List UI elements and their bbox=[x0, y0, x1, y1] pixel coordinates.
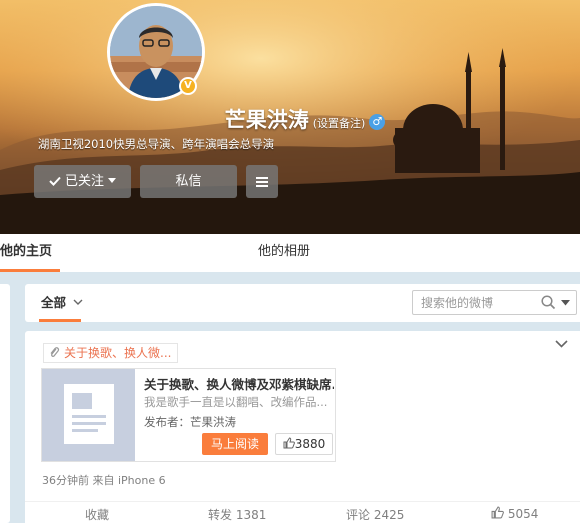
article-thumbnail bbox=[42, 369, 135, 461]
all-posts-filter[interactable]: 全部 bbox=[41, 284, 83, 322]
follow-status-label: 已关注 bbox=[64, 174, 104, 189]
profile-name-row: 芒果洪涛 (设置备注) ♂ bbox=[0, 104, 580, 134]
feed-filter-bar: 全部 bbox=[25, 284, 580, 322]
paperclip-icon bbox=[50, 347, 60, 357]
favorite-button[interactable]: 收藏 bbox=[85, 506, 109, 523]
follow-status-button[interactable]: 已关注 bbox=[34, 165, 131, 198]
weibo-search-box bbox=[412, 290, 577, 315]
article-title[interactable]: 关于换歌、换人微博及邓紫棋缺席... bbox=[144, 374, 334, 393]
article-like-count: 3880 bbox=[294, 437, 326, 451]
caret-down-icon bbox=[108, 178, 117, 183]
profile-description: 湖南卫视2010快男总导演、跨年演唱会总导演 bbox=[37, 137, 275, 151]
search-dropdown-icon[interactable] bbox=[561, 300, 570, 306]
weibo-post-card: 关于换歌、换人微... 关于换歌、换人微博及邓紫棋缺席... 我是歌手一直是以翻… bbox=[25, 331, 580, 523]
article-publisher: 发布者：芒果洪涛 bbox=[144, 415, 236, 429]
read-now-button[interactable]: 马上阅读 bbox=[202, 433, 268, 455]
article-like-button[interactable]: 3880 bbox=[275, 433, 333, 455]
profile-name: 芒果洪涛 bbox=[224, 108, 309, 132]
menu-icon bbox=[256, 175, 268, 189]
profile-cover: V 芒果洪涛 (设置备注) ♂ 湖南卫视2010快男总导演、跨年演唱会总导演 已关注… bbox=[0, 0, 580, 234]
document-icon bbox=[64, 384, 114, 444]
private-message-button[interactable]: 私信 bbox=[140, 165, 237, 198]
male-gender-icon: ♂ bbox=[369, 114, 386, 130]
like-count: 5054 bbox=[507, 507, 539, 521]
search-input[interactable] bbox=[421, 294, 531, 311]
set-remark-link[interactable]: (设置备注) bbox=[313, 117, 366, 130]
thumbs-up-icon bbox=[283, 437, 295, 449]
post-action-bar: 收藏 转发 1381 评论 2425 5054 bbox=[25, 501, 580, 523]
tab-home[interactable]: 他的主页 bbox=[0, 234, 60, 272]
left-sidebar-panel bbox=[0, 284, 10, 523]
article-summary: 我是歌手一直是以翻唱、改编作品... bbox=[144, 395, 328, 409]
topic-tag[interactable]: 关于换歌、换人微... bbox=[43, 343, 179, 363]
profile-tab-bar: 他的主页 他的相册 bbox=[0, 234, 580, 272]
article-card[interactable]: 关于换歌、换人微博及邓紫棋缺席... 我是歌手一直是以翻唱、改编作品... 发布… bbox=[41, 368, 336, 462]
tab-album[interactable]: 他的相册 bbox=[258, 234, 310, 272]
repost-button[interactable]: 转发 1381 bbox=[208, 506, 266, 523]
active-filter-underline bbox=[39, 319, 81, 322]
post-timestamp-source: 36分钟前 来自 iPhone 6 bbox=[42, 474, 166, 487]
more-menu-button[interactable] bbox=[246, 165, 278, 198]
verified-badge-icon: V bbox=[179, 77, 197, 95]
checkmark-icon bbox=[49, 176, 61, 186]
comment-button[interactable]: 评论 2425 bbox=[346, 506, 404, 523]
topic-tag-label: 关于换歌、换人微... bbox=[64, 346, 172, 360]
like-button[interactable]: 5054 bbox=[491, 506, 538, 521]
all-posts-label: 全部 bbox=[41, 295, 67, 310]
thumbs-up-icon bbox=[491, 506, 504, 519]
chevron-down-icon bbox=[73, 299, 83, 305]
chevron-down-icon[interactable] bbox=[555, 340, 568, 348]
search-icon[interactable] bbox=[541, 295, 556, 310]
